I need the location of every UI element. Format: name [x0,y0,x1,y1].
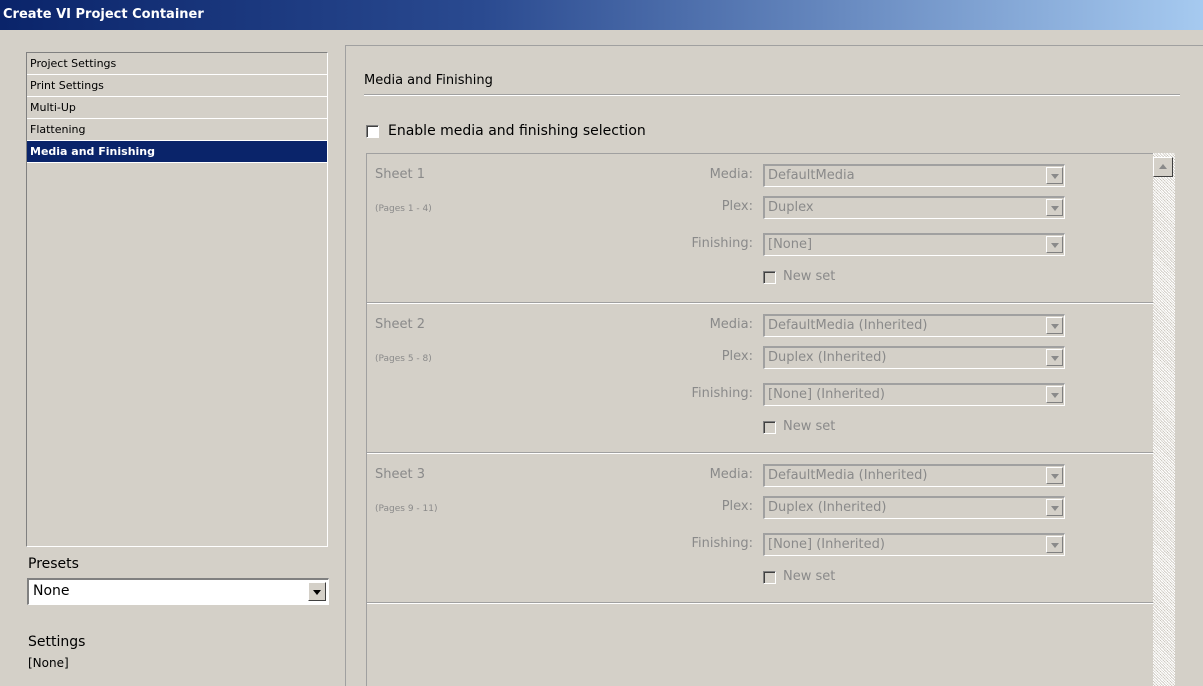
plex-value: Duplex (Inherited) [768,500,887,515]
presets-dropdown[interactable]: None [27,578,329,605]
nav-item-flattening[interactable]: Flattening [27,119,327,141]
page-title: Media and Finishing [364,73,493,88]
sheet-row: Sheet 1 (Pages 1 - 4) Media: DefaultMedi… [367,154,1153,303]
new-set-label[interactable]: New set [783,419,835,434]
chevron-down-icon [1050,505,1059,511]
chevron-down-icon [1050,392,1059,398]
nav-item-media-and-finishing[interactable]: Media and Finishing [27,141,327,163]
media-label: Media: [709,317,753,332]
presets-value: None [33,583,70,599]
settings-nav-list: Project Settings Print Settings Multi-Up… [26,52,328,547]
sheet-row: Sheet 3 (Pages 9 - 11) Media: DefaultMed… [367,454,1153,603]
finishing-dropdown-button[interactable] [1046,236,1063,253]
finishing-value: [None] (Inherited) [768,537,885,552]
nav-item-print-settings[interactable]: Print Settings [27,75,327,97]
media-dropdown[interactable]: DefaultMedia (Inherited) [763,314,1065,337]
plex-dropdown[interactable]: Duplex [763,196,1065,219]
sheets-list: Sheet 1 (Pages 1 - 4) Media: DefaultMedi… [366,153,1153,686]
presets-dropdown-button[interactable] [308,582,326,601]
finishing-label: Finishing: [691,386,754,401]
new-set-label[interactable]: New set [783,269,835,284]
presets-label: Presets [28,556,79,572]
plex-dropdown[interactable]: Duplex (Inherited) [763,346,1065,369]
plex-label: Plex: [721,199,753,214]
settings-value: [None] [28,656,69,670]
plex-dropdown-button[interactable] [1046,499,1063,516]
sheet-pages: (Pages 1 - 4) [375,204,432,214]
new-set-checkbox[interactable] [763,421,776,434]
scroll-up-button[interactable] [1153,157,1173,177]
media-value: DefaultMedia (Inherited) [768,318,928,333]
chevron-down-icon [1050,542,1059,548]
window-title: Create VI Project Container [3,7,204,22]
chevron-down-icon [1050,205,1059,211]
chevron-down-icon [1050,355,1059,361]
sheet-title: Sheet 3 [375,467,425,482]
media-value: DefaultMedia (Inherited) [768,468,928,483]
chevron-down-icon [1050,473,1059,479]
media-value: DefaultMedia [768,168,855,183]
enable-media-finishing-checkbox[interactable] [366,125,379,138]
new-set-checkbox[interactable] [763,571,776,584]
title-divider [364,94,1180,96]
finishing-dropdown[interactable]: [None] (Inherited) [763,533,1065,556]
plex-label: Plex: [721,349,753,364]
chevron-down-icon [1050,242,1059,248]
sheet-title: Sheet 1 [375,167,425,182]
sheet-pages: (Pages 9 - 11) [375,504,438,514]
sheet-title: Sheet 2 [375,317,425,332]
new-set-checkbox[interactable] [763,271,776,284]
finishing-dropdown[interactable]: [None] [763,233,1065,256]
vertical-scrollbar[interactable] [1153,153,1175,686]
new-set-label[interactable]: New set [783,569,835,584]
finishing-value: [None] [768,237,813,252]
sheet-pages: (Pages 5 - 8) [375,354,432,364]
finishing-label: Finishing: [691,536,754,551]
plex-value: Duplex (Inherited) [768,350,887,365]
chevron-down-icon [313,589,321,595]
nav-item-project-settings[interactable]: Project Settings [27,53,327,75]
title-bar[interactable]: Create VI Project Container [0,0,1203,30]
finishing-value: [None] (Inherited) [768,387,885,402]
plex-value: Duplex [768,200,814,215]
finishing-label: Finishing: [691,236,754,251]
sheet-divider [367,603,1153,604]
settings-label: Settings [28,634,86,650]
plex-label: Plex: [721,499,753,514]
media-label: Media: [709,167,753,182]
plex-dropdown-button[interactable] [1046,199,1063,216]
plex-dropdown-button[interactable] [1046,349,1063,366]
sheet-row: Sheet 2 (Pages 5 - 8) Media: DefaultMedi… [367,304,1153,453]
media-dropdown[interactable]: DefaultMedia [763,164,1065,187]
finishing-dropdown[interactable]: [None] (Inherited) [763,383,1065,406]
finishing-dropdown-button[interactable] [1046,536,1063,553]
media-dropdown-button[interactable] [1046,467,1063,484]
finishing-dropdown-button[interactable] [1046,386,1063,403]
media-dropdown-button[interactable] [1046,167,1063,184]
media-dropdown-button[interactable] [1046,317,1063,334]
enable-media-finishing-label[interactable]: Enable media and finishing selection [388,123,646,139]
plex-dropdown[interactable]: Duplex (Inherited) [763,496,1065,519]
nav-item-multi-up[interactable]: Multi-Up [27,97,327,119]
chevron-down-icon [1050,173,1059,179]
chevron-down-icon [1050,323,1059,329]
media-dropdown[interactable]: DefaultMedia (Inherited) [763,464,1065,487]
media-label: Media: [709,467,753,482]
chevron-up-icon [1159,164,1167,169]
